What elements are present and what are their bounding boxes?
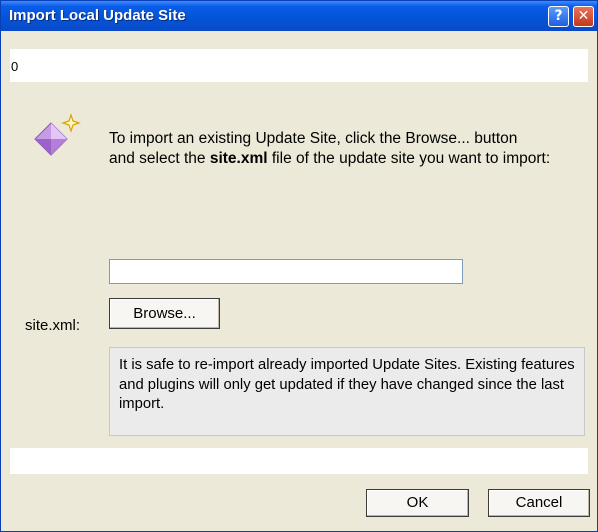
browse-button[interactable]: Browse... — [109, 298, 220, 329]
ok-button[interactable]: OK — [366, 489, 469, 517]
close-icon: ✕ — [577, 8, 590, 24]
import-update-site-dialog: Import Local Update Site ? ✕ 0 To import… — [0, 0, 598, 532]
intro-text: To import an existing Update Site, click… — [109, 129, 579, 168]
help-button[interactable]: ? — [548, 6, 569, 27]
cancel-button[interactable]: Cancel — [488, 489, 590, 517]
intro-line-1: To import an existing Update Site, click… — [109, 130, 518, 147]
site-xml-label: site.xml: — [25, 317, 81, 334]
close-button[interactable]: ✕ — [573, 6, 594, 27]
bottom-strip — [10, 448, 588, 474]
site-xml-emphasis: site.xml — [209, 149, 268, 167]
message-text: 0 — [11, 59, 19, 74]
wizard-gem-icon — [34, 113, 81, 156]
info-note: It is safe to re-import already imported… — [109, 347, 585, 436]
help-icon: ? — [554, 8, 563, 24]
site-xml-input[interactable] — [109, 259, 463, 284]
intro-line-2: and select the site.xml file of the upda… — [109, 149, 551, 167]
title-bar[interactable]: Import Local Update Site ? ✕ — [1, 1, 597, 31]
message-strip: 0 — [10, 49, 588, 82]
window-title: Import Local Update Site — [9, 7, 186, 24]
